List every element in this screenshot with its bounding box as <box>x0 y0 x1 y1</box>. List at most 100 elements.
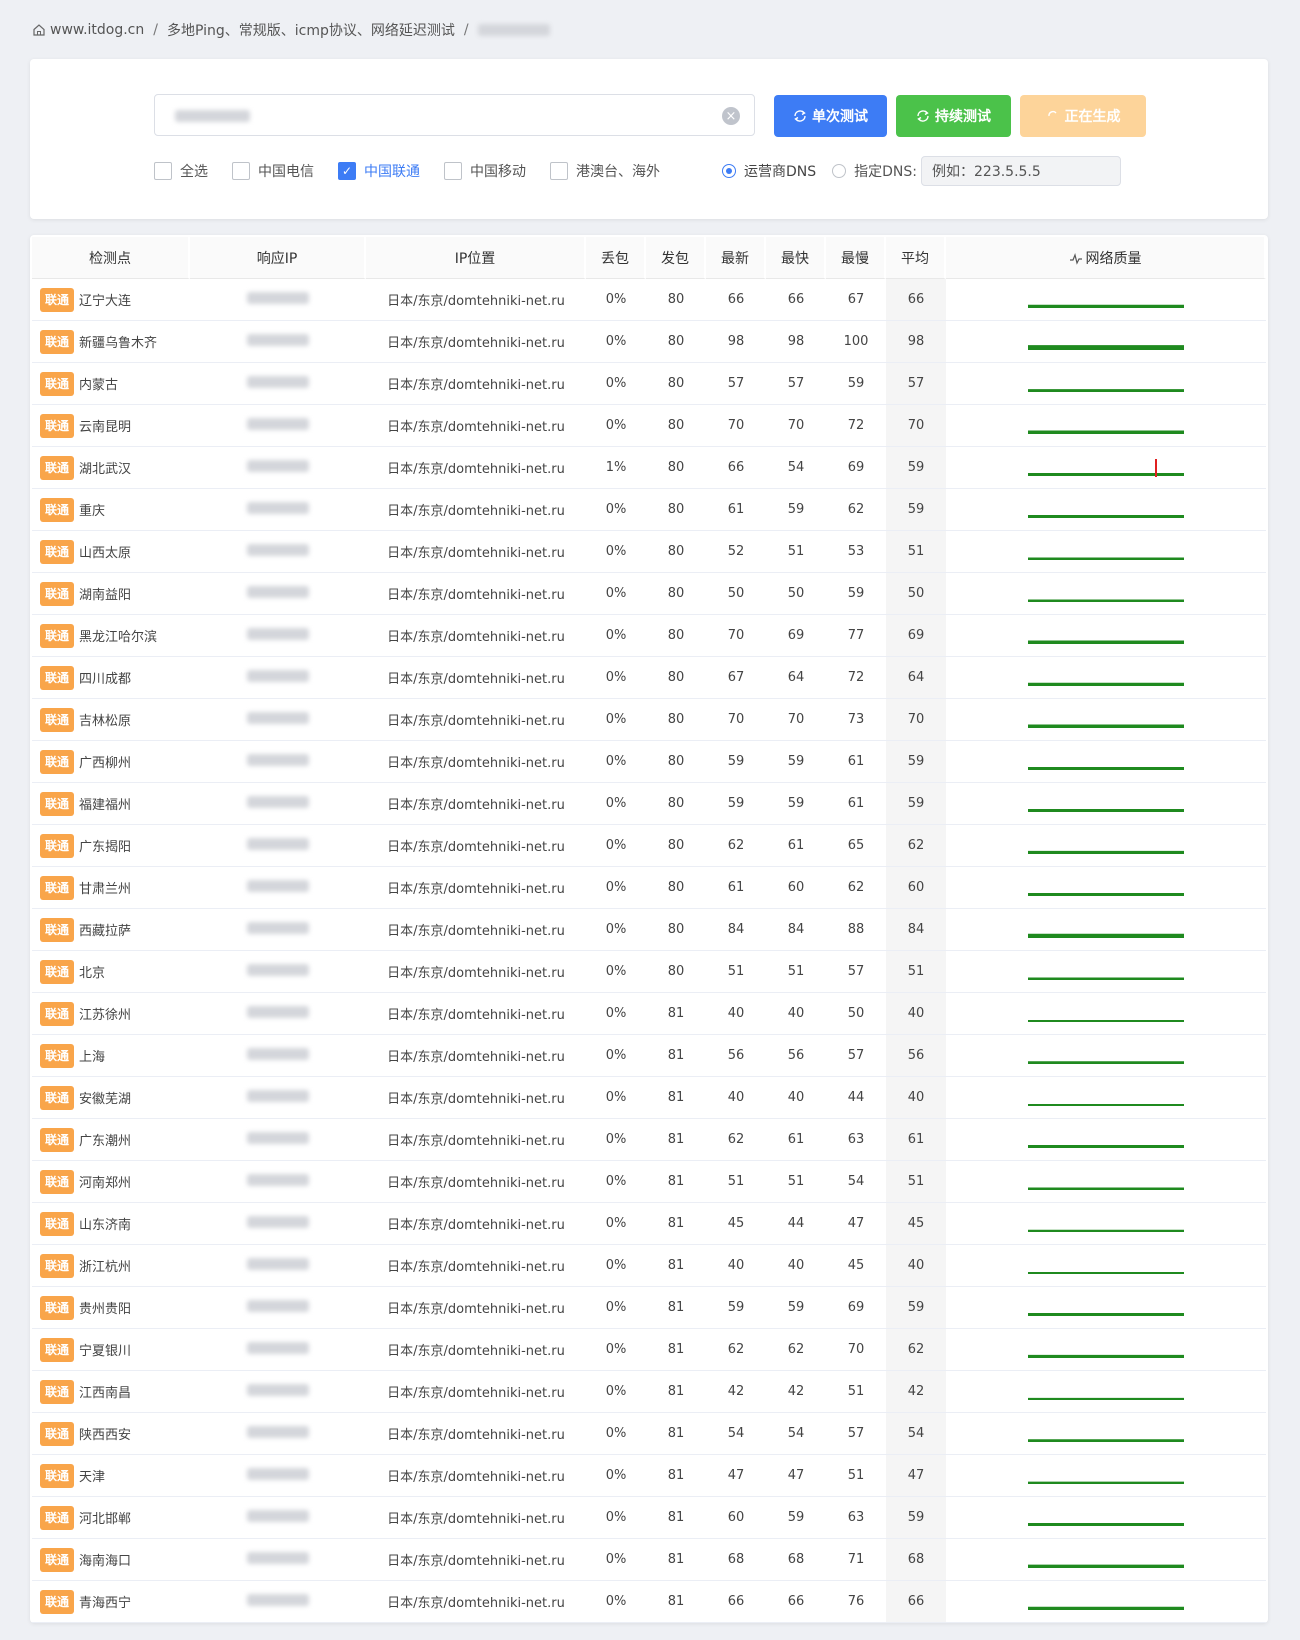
table-row: 联通 江苏徐州 日本/东京/domtehniki-net.ru 0% 81 40 40 50 4… <box>32 993 1266 1035</box>
cell-sent: 80 <box>646 741 706 783</box>
cell-sent: 81 <box>646 1497 706 1539</box>
node-name: 宁夏银川 <box>79 1344 132 1359</box>
cell-loss: 0% <box>586 1203 646 1245</box>
target-input-redacted-value <box>175 110 250 122</box>
cell-loss: 0% <box>586 489 646 531</box>
cell-avg: 47 <box>886 1455 946 1497</box>
cell-loc: 日本/东京/domtehniki-net.ru <box>366 615 586 657</box>
response-ip-redacted <box>247 837 309 850</box>
cell-avg: 40 <box>886 1077 946 1119</box>
table-row: 联通 重庆 日本/东京/domtehniki-net.ru 0% 80 61 59 62 59 <box>32 489 1266 531</box>
cell-latest: 62 <box>706 825 766 867</box>
isp-dns-radio[interactable]: 运营商DNS <box>722 161 816 181</box>
table-row: 联通 辽宁大连 日本/东京/domtehniki-net.ru 0% 80 66 66 67 6… <box>32 279 1266 321</box>
cell-loc: 日本/东京/domtehniki-net.ru <box>366 489 586 531</box>
cell-latest: 66 <box>706 279 766 321</box>
cell-slow: 57 <box>826 951 886 993</box>
custom-dns-radio[interactable]: 指定DNS: <box>832 161 917 181</box>
isp-tag: 联通 <box>40 1547 75 1572</box>
cell-loss: 0% <box>586 699 646 741</box>
table-row: 联通 安徽芜湖 日本/东京/domtehniki-net.ru 0% 81 40 40 44 4… <box>32 1077 1266 1119</box>
table-row: 联通 黑龙江哈尔滨 日本/东京/domtehniki-net.ru 0% 80 70 69 7… <box>32 615 1266 657</box>
cell-slow: 76 <box>826 1581 886 1623</box>
continuous-test-button[interactable]: 持续测试 <box>896 95 1011 137</box>
cell-slow: 47 <box>826 1203 886 1245</box>
response-ip-redacted <box>247 543 309 556</box>
cell-sent: 80 <box>646 909 706 951</box>
cell-loc: 日本/东京/domtehniki-net.ru <box>366 1497 586 1539</box>
isp-tag: 联通 <box>40 665 75 690</box>
target-input[interactable]: × <box>154 94 755 136</box>
response-ip-redacted <box>247 879 309 892</box>
cell-sent: 81 <box>646 1539 706 1581</box>
cell-fast: 50 <box>766 573 826 615</box>
cell-fast: 56 <box>766 1035 826 1077</box>
mobile-checkbox[interactable]: 中国移动 <box>444 161 526 181</box>
cell-avg: 69 <box>886 615 946 657</box>
quality-sparkline <box>1028 766 1184 770</box>
cell-sent: 80 <box>646 699 706 741</box>
quality-sparkline <box>1028 1060 1184 1064</box>
unicom-checkbox[interactable]: ✓ 中国联通 <box>338 161 420 181</box>
cell-loc: 日本/东京/domtehniki-net.ru <box>366 1287 586 1329</box>
table-row: 联通 内蒙古 日本/东京/domtehniki-net.ru 0% 80 57 57 59 57 <box>32 363 1266 405</box>
single-test-button[interactable]: 单次测试 <box>774 95 887 137</box>
cell-avg: 70 <box>886 699 946 741</box>
table-row: 联通 海南海口 日本/东京/domtehniki-net.ru 0% 81 68 68 71 6… <box>32 1539 1266 1581</box>
table-row: 联通 河北邯郸 日本/东京/domtehniki-net.ru 0% 81 60 59 63 5… <box>32 1497 1266 1539</box>
cell-loss: 0% <box>586 1455 646 1497</box>
cell-latest: 50 <box>706 573 766 615</box>
cell-sent: 80 <box>646 615 706 657</box>
cell-avg: 54 <box>886 1413 946 1455</box>
isp-tag: 联通 <box>40 1505 75 1530</box>
quality-sparkline <box>1028 1397 1184 1400</box>
cell-loc: 日本/东京/domtehniki-net.ru <box>366 1413 586 1455</box>
cell-avg: 62 <box>886 825 946 867</box>
overseas-checkbox[interactable]: 港澳台、海外 <box>550 161 660 181</box>
cell-latest: 98 <box>706 321 766 363</box>
cell-loc: 日本/东京/domtehniki-net.ru <box>366 1161 586 1203</box>
select-all-checkbox[interactable]: 全选 <box>154 161 208 181</box>
isp-tag: 联通 <box>40 329 75 354</box>
quality-sparkline <box>1028 1564 1184 1568</box>
telecom-checkbox[interactable]: 中国电信 <box>232 161 314 181</box>
table-row: 联通 浙江杭州 日本/东京/domtehniki-net.ru 0% 81 40 40 45 4… <box>32 1245 1266 1287</box>
cell-avg: 62 <box>886 1329 946 1371</box>
response-ip-redacted <box>247 1383 309 1396</box>
quality-sparkline <box>1028 1019 1184 1022</box>
cell-latest: 40 <box>706 1245 766 1287</box>
cell-fast: 69 <box>766 615 826 657</box>
cell-latest: 40 <box>706 993 766 1035</box>
node-name: 河北邯郸 <box>79 1512 132 1527</box>
cell-loc: 日本/东京/domtehniki-net.ru <box>366 951 586 993</box>
breadcrumb-page-link[interactable]: 多地Ping、常规版、icmp协议、网络延迟测试 <box>167 20 455 40</box>
clear-icon[interactable]: × <box>722 107 740 125</box>
cell-fast: 66 <box>766 279 826 321</box>
cell-slow: 71 <box>826 1539 886 1581</box>
quality-sparkline <box>1028 1312 1184 1316</box>
quality-sparkline <box>1028 388 1184 392</box>
cell-slow: 63 <box>826 1497 886 1539</box>
cell-loss: 0% <box>586 1497 646 1539</box>
dns-input[interactable]: 例如：223.5.5.5 <box>921 156 1121 186</box>
column-header: 最慢 <box>826 237 886 279</box>
quality-sparkline <box>1028 892 1184 896</box>
cell-loc: 日本/东京/domtehniki-net.ru <box>366 1371 586 1413</box>
cell-fast: 59 <box>766 741 826 783</box>
cell-loss: 0% <box>586 1077 646 1119</box>
cell-slow: 44 <box>826 1077 886 1119</box>
cell-latest: 40 <box>706 1077 766 1119</box>
cell-slow: 72 <box>826 657 886 699</box>
breadcrumb-home-link[interactable]: www.itdog.cn <box>50 22 144 38</box>
table-row: 联通 广东揭阳 日本/东京/domtehniki-net.ru 0% 80 62 61 65 6… <box>32 825 1266 867</box>
cell-loc: 日本/东京/domtehniki-net.ru <box>366 1455 586 1497</box>
response-ip-redacted <box>247 1425 309 1438</box>
cell-loss: 0% <box>586 1581 646 1623</box>
table-row: 联通 湖北武汉 日本/东京/domtehniki-net.ru 1% 80 66 54 69 5… <box>32 447 1266 489</box>
response-ip-redacted <box>247 585 309 598</box>
node-name: 黑龙江哈尔滨 <box>79 630 158 645</box>
cell-loss: 1% <box>586 447 646 489</box>
cell-slow: 69 <box>826 447 886 489</box>
cell-fast: 70 <box>766 405 826 447</box>
generating-button[interactable]: 正在生成 <box>1020 95 1146 137</box>
